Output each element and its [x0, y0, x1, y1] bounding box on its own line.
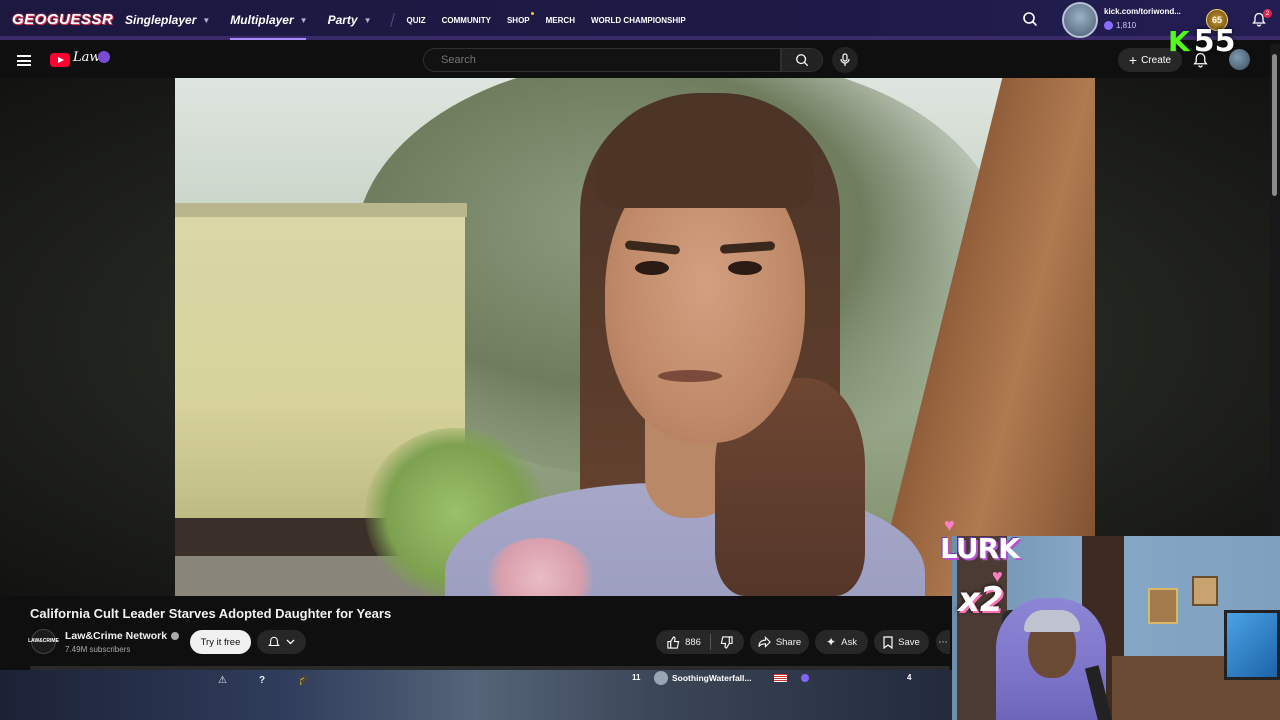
ask-button[interactable]: ✦ Ask	[815, 630, 868, 654]
voice-search-button[interactable]	[832, 47, 858, 73]
microphone-icon	[840, 53, 850, 66]
lurk-overlay-text: LURK	[940, 532, 1020, 565]
youtube-brand-doodle[interactable]: Law	[73, 50, 101, 65]
kick-follower-overlay: K 55	[1168, 24, 1236, 59]
username[interactable]: kick.com/toriwond...	[1104, 7, 1181, 16]
hamburger-menu-icon[interactable]	[17, 55, 31, 66]
sparkle-icon: ✦	[826, 635, 837, 649]
chevron-down-icon: ▼	[363, 15, 372, 25]
youtube-logo-icon[interactable]	[50, 53, 70, 67]
coin-count: 1,810	[1116, 21, 1137, 30]
search-icon[interactable]	[1022, 11, 1038, 27]
channel-name[interactable]: Law&Crime Network	[65, 630, 180, 642]
leaderboard-player[interactable]: SoothingWaterfall...	[654, 671, 752, 685]
video-eye	[635, 261, 669, 275]
ask-label: Ask	[841, 636, 857, 648]
subscriber-count: 7.49M subscribers	[65, 645, 131, 654]
nav-singleplayer[interactable]: Singleplayer ▼	[125, 0, 210, 40]
notification-settings-button[interactable]	[257, 630, 306, 654]
like-count[interactable]: 886	[685, 637, 701, 648]
nav-divider	[389, 13, 395, 27]
search-box	[423, 48, 781, 72]
plus-icon: +	[1128, 52, 1138, 68]
nav-shop-label: SHOP	[506, 15, 530, 25]
webcam-streamer-cap	[1024, 610, 1080, 632]
help-icon[interactable]: ?	[259, 675, 265, 686]
coin-icon	[1104, 21, 1113, 30]
nav-quiz[interactable]: QUIZ	[407, 16, 426, 25]
nav-shop[interactable]: SHOP	[506, 11, 534, 25]
nav-merch[interactable]: MERCH	[546, 16, 575, 25]
nav-singleplayer-label: Singleplayer	[125, 13, 197, 27]
like-icon[interactable]	[667, 635, 680, 649]
graduation-cap-icon[interactable]: 🎓	[298, 675, 310, 686]
share-label: Share	[775, 636, 802, 648]
geoguessr-logo[interactable]: GEOGUESSR	[12, 11, 113, 28]
nav-multiplayer[interactable]: Multiplayer ▼	[230, 0, 308, 40]
video-title: California Cult Leader Starves Adopted D…	[30, 606, 392, 621]
more-horizontal-icon: ⋯	[938, 636, 948, 648]
try-it-free-button[interactable]: Try it free	[190, 630, 251, 654]
avatar[interactable]	[1062, 2, 1098, 38]
geoguessr-header: GEOGUESSR Singleplayer ▼ Multiplayer ▼ Par…	[0, 0, 1280, 40]
us-flag-icon	[774, 674, 787, 682]
game-map-strip: ⚠ ? 🎓 11 SoothingWaterfall... 4	[0, 670, 952, 720]
chevron-down-icon: ▼	[202, 15, 211, 25]
nav-community[interactable]: COMMUNITY	[442, 16, 491, 25]
kick-count: 55	[1193, 24, 1236, 59]
doodle-decoration-icon	[98, 51, 110, 63]
verified-check-icon	[171, 632, 180, 640]
nav-party-label: Party	[327, 13, 358, 27]
video-eye	[728, 261, 762, 275]
notification-count-badge: 2	[1263, 9, 1272, 18]
player-score: 4	[907, 673, 912, 682]
more-actions-button[interactable]: ⋯	[936, 630, 950, 654]
nav-multiplayer-label: Multiplayer	[230, 13, 294, 27]
bookmark-icon	[883, 635, 893, 649]
save-button[interactable]: Save	[874, 630, 929, 654]
bell-icon	[268, 636, 280, 646]
video-info: California Cult Leader Starves Adopted D…	[0, 596, 950, 670]
webcam-monitor	[1224, 610, 1280, 680]
video-shed-roof	[175, 203, 467, 217]
scrollbar-thumb[interactable]	[1272, 54, 1277, 196]
dislike-icon[interactable]	[720, 635, 733, 649]
search-input[interactable]	[441, 54, 741, 66]
screen: GEOGUESSR Singleplayer ▼ Multiplayer ▼ Par…	[0, 0, 1280, 720]
create-label: Create	[1141, 54, 1172, 66]
video-mouth	[658, 370, 722, 382]
warning-icon[interactable]: ⚠	[218, 675, 227, 686]
youtube-header: Law +Create	[0, 44, 1270, 78]
geoguessr-nav: Singleplayer ▼ Multiplayer ▼ Party ▼ QUIZ C…	[125, 0, 702, 40]
webcam-frame	[1192, 576, 1218, 606]
like-divider	[709, 634, 711, 650]
search-button[interactable]	[781, 48, 823, 72]
webcam-frame	[1148, 588, 1178, 624]
like-dislike-group: 886	[656, 630, 744, 654]
share-icon	[758, 636, 771, 648]
avatar	[654, 671, 668, 685]
save-label: Save	[898, 636, 920, 648]
leaderboard-rank: 11	[632, 673, 641, 682]
nav-world-championship[interactable]: WORLD CHAMPIONSHIP	[591, 16, 686, 25]
video-player[interactable]	[175, 78, 1095, 596]
share-button[interactable]: Share	[750, 630, 809, 654]
channel-name-label: Law&Crime Network	[65, 630, 168, 642]
search-icon	[796, 54, 809, 67]
channel-avatar[interactable]: LAW&CRIME	[28, 629, 59, 654]
new-dot-icon	[530, 11, 534, 15]
chevron-down-icon: ▼	[299, 15, 308, 25]
player-badge-icon	[801, 674, 809, 682]
coin-balance: 1,810	[1104, 21, 1136, 30]
kick-logo: K	[1168, 25, 1190, 58]
player-name: SoothingWaterfall...	[672, 673, 752, 683]
nav-party[interactable]: Party ▼	[328, 0, 372, 40]
multiplier-overlay-text: x2	[958, 580, 1004, 620]
chevron-down-icon	[286, 639, 295, 645]
